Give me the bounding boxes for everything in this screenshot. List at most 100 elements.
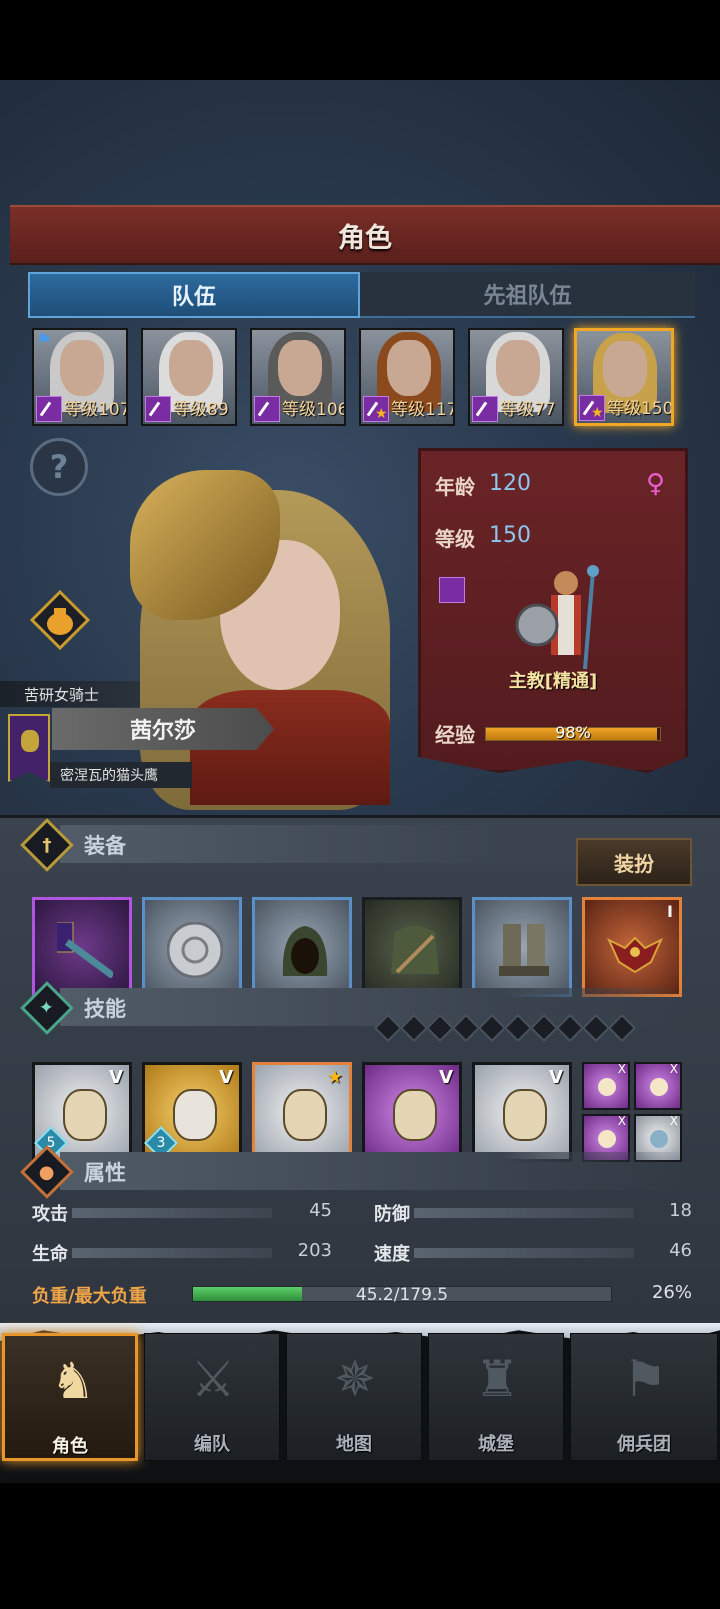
party-member-2[interactable]: 等级89 (141, 328, 237, 426)
equip-slot-amulet[interactable]: I (582, 897, 682, 997)
stat-bar (414, 1208, 634, 1218)
skill-slot-2[interactable]: V 3 (142, 1062, 242, 1162)
skill-slot-5[interactable]: V (472, 1062, 572, 1162)
attributes-strip (60, 1152, 690, 1190)
skills-label: 技能 (84, 997, 126, 1021)
skill-rank: V (549, 1067, 563, 1088)
portrait-face (496, 340, 540, 396)
age-value: 120 (489, 471, 531, 496)
member-level: 等级107 (64, 400, 128, 420)
female-icon: ♀ (645, 469, 665, 499)
outfit-button[interactable]: 装扮 (576, 838, 692, 886)
skill-star-icon: ✦ (20, 981, 74, 1035)
hero-name[interactable]: 茜尔莎 (52, 708, 274, 750)
skill-pip (399, 1013, 429, 1043)
skill-slot-3[interactable]: ★ (252, 1062, 352, 1162)
bat-amulet-icon (607, 936, 663, 974)
member-level: 等级106 (282, 400, 346, 420)
passive-mark: X (617, 1114, 626, 1128)
formation-icon: ⚔ (190, 1350, 236, 1408)
exp-percent: 98% (555, 722, 591, 742)
skill-rank: V (109, 1067, 123, 1088)
staff-icon (57, 922, 113, 978)
weight-percent: 26% (651, 1282, 692, 1303)
stat-label: 生命 (32, 1244, 68, 1265)
skill-figure-icon (63, 1089, 107, 1141)
equipment-header: † 装备 (20, 818, 126, 872)
skill-star-badge: ★ (326, 1067, 343, 1088)
stat-bar (72, 1248, 272, 1258)
stat-defense: 防御 18 (374, 1200, 692, 1225)
weight-label: 负重/最大负重 (32, 1286, 147, 1307)
bottom-nav: ♞ 角色 ⚔ 编队 ✵ 地图 ♜ 城堡 ⚑ 佣兵团 (0, 1323, 720, 1483)
tab-ancestor-party[interactable]: 先祖队伍 (360, 272, 695, 318)
hood-icon (282, 926, 328, 976)
equip-slot-tunic[interactable] (362, 897, 462, 997)
nav-label: 佣兵团 (617, 1434, 671, 1455)
skill-crystal-hand-icon (393, 1089, 437, 1141)
equip-slot-shield[interactable] (142, 897, 242, 997)
skill-shield-icon (173, 1089, 217, 1141)
party-member-5[interactable]: 等级77 (468, 328, 564, 426)
weight-bar: 45.2/179.5 (192, 1285, 612, 1305)
shield-icon (167, 922, 223, 978)
help-icon[interactable]: ? (30, 438, 88, 496)
skill-crystal-hand-icon (503, 1089, 547, 1141)
nav-formation[interactable]: ⚔ 编队 (144, 1333, 280, 1461)
skills-header: ✦ 技能 (20, 981, 126, 1035)
party-portraits: ⚑ 等级107 等级89 等级106 ★ 等级117 等级77 ★ 等级150 (32, 328, 692, 426)
equipment-slots: I (32, 897, 692, 997)
staff-icon (650, 1078, 668, 1096)
skill-pip (425, 1013, 455, 1043)
stat-value: 203 (297, 1240, 332, 1261)
party-member-4[interactable]: ★ 等级117 (359, 328, 455, 426)
leader-flag-icon: ⚑ (36, 330, 53, 351)
bottom-blank (0, 1483, 720, 1609)
party-member-6[interactable]: ★ 等级150 (574, 328, 674, 426)
game-screen: 角色 队伍 先祖队伍 ⚑ 等级107 等级89 等级106 ★ 等级117 等级… (0, 0, 720, 1609)
skill-crystal-icon (283, 1089, 327, 1141)
hero-title: 苦研女骑士 (0, 681, 140, 707)
party-member-3[interactable]: 等级106 (250, 328, 346, 426)
stat-label: 攻击 (32, 1204, 68, 1225)
level-row: 等级 150 (435, 523, 531, 552)
level-label: 等级 (435, 527, 475, 551)
tab-party[interactable]: 队伍 (28, 272, 360, 318)
skill-pip (451, 1013, 481, 1043)
stat-speed: 速度 46 (374, 1240, 692, 1265)
nav-label: 城堡 (478, 1434, 514, 1455)
potion-bag-icon[interactable] (30, 590, 90, 650)
nav-castle[interactable]: ♜ 城堡 (428, 1333, 564, 1461)
skill-pip (529, 1013, 559, 1043)
member-level: 等级77 (500, 400, 556, 420)
knight-icon: ♞ (50, 1352, 96, 1410)
passive-skill-1[interactable]: X (582, 1062, 630, 1110)
stat-label: 速度 (374, 1244, 410, 1265)
nav-map[interactable]: ✵ 地图 (286, 1333, 422, 1461)
stat-value: 45 (309, 1200, 332, 1221)
equip-slot-boots[interactable] (472, 897, 572, 997)
status-bar-area (0, 0, 720, 80)
exp-row: 经验 98% (435, 719, 661, 748)
exp-bar: 98% (485, 723, 661, 742)
burst-icon (598, 1130, 616, 1148)
skill-pip (503, 1013, 533, 1043)
skill-pip (477, 1013, 507, 1043)
skill-slot-4[interactable]: V (362, 1062, 462, 1162)
level-value: 150 (489, 523, 531, 548)
item-tier: I (667, 902, 673, 921)
mercenary-icon: ⚑ (622, 1350, 668, 1408)
skill-rank: V (219, 1067, 233, 1088)
member-level: 等级117 (391, 400, 455, 420)
passive-skill-2[interactable]: X (634, 1062, 682, 1110)
age-label: 年龄 (435, 475, 475, 499)
nav-character[interactable]: ♞ 角色 (2, 1333, 138, 1461)
nav-mercenary[interactable]: ⚑ 佣兵团 (570, 1333, 718, 1461)
nav-label: 地图 (336, 1434, 372, 1455)
nav-label: 编队 (194, 1434, 230, 1455)
skill-pip (555, 1013, 585, 1043)
party-member-1[interactable]: ⚑ 等级107 (32, 328, 128, 426)
equip-slot-hood[interactable] (252, 897, 352, 997)
star-icon: ★ (375, 406, 388, 422)
skill-pip (607, 1013, 637, 1043)
